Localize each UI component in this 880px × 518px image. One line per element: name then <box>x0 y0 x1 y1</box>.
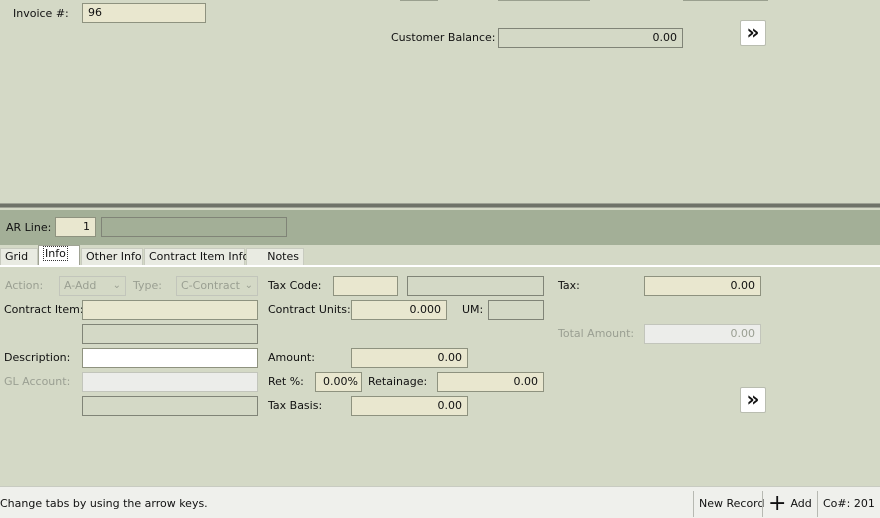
retainage-label: Retainage: <box>368 375 428 388</box>
ar-line-field[interactable]: 1 <box>55 217 96 237</box>
field-edge <box>400 0 438 1</box>
tax-field[interactable]: 0.00 <box>644 276 761 296</box>
ar-line-description <box>101 217 287 237</box>
tax-basis-field[interactable]: 0.00 <box>351 396 468 416</box>
tax-basis-label: Tax Basis: <box>268 399 323 412</box>
description-field[interactable] <box>82 348 258 368</box>
company-indicator: Co#: 201 <box>817 491 875 517</box>
amount-label: Amount: <box>268 351 315 364</box>
tab-other-info[interactable]: Other Info <box>81 248 143 266</box>
type-label: Type: <box>133 279 162 292</box>
gl-account-label: GL Account: <box>4 375 71 388</box>
invoice-label: Invoice #: <box>13 7 69 20</box>
chevron-down-icon: ⌄ <box>112 280 121 291</box>
um-label: UM: <box>462 303 484 316</box>
contract-item-field[interactable] <box>82 300 258 320</box>
tab-underline <box>0 265 880 267</box>
um-field <box>488 300 544 320</box>
splitter-bar <box>0 203 880 208</box>
add-button[interactable]: + Add <box>762 491 816 517</box>
tax-code-label: Tax Code: <box>268 279 322 292</box>
type-value: C-Contract <box>181 279 240 292</box>
invoice-number-field[interactable]: 96 <box>82 3 206 23</box>
tab-grid[interactable]: Grid <box>0 248 38 266</box>
add-label: Add <box>790 497 812 510</box>
double-chevron-right-icon: » <box>746 387 760 411</box>
customer-balance-field: 0.00 <box>498 28 683 48</box>
panel-splitter[interactable] <box>0 200 880 210</box>
total-amount-field: 0.00 <box>644 324 761 344</box>
field-edge <box>498 0 590 1</box>
tab-label: Notes <box>267 250 299 263</box>
action-select[interactable]: A-Add ⌄ <box>59 276 126 296</box>
tab-info[interactable]: Info <box>38 245 80 266</box>
gl-account-field <box>82 372 258 392</box>
tab-label: Grid <box>5 250 29 263</box>
field-edge <box>683 0 768 1</box>
gl-account-description <box>82 396 258 416</box>
tab-label: Info <box>43 246 68 261</box>
status-message: Change tabs by using the arrow keys. <box>0 497 208 510</box>
amount-field[interactable]: 0.00 <box>351 348 468 368</box>
new-record-indicator: New Record <box>693 491 765 517</box>
contract-item-label: Contract Item: <box>4 303 84 316</box>
total-amount-label: Total Amount: <box>558 327 635 340</box>
contract-units-label: Contract Units: <box>268 303 351 316</box>
retainage-field[interactable]: 0.00 <box>437 372 544 392</box>
description-label: Description: <box>4 351 71 364</box>
tab-notes[interactable]: Notes <box>246 248 304 266</box>
plus-icon: + <box>768 491 787 516</box>
tab-contract-item-info[interactable]: Contract Item Info <box>144 248 249 266</box>
status-bar: Change tabs by using the arrow keys. New… <box>0 486 880 518</box>
tax-label: Tax: <box>558 279 580 292</box>
ret-pct-field[interactable]: 0.00% <box>315 372 362 392</box>
ar-line-label: AR Line: <box>6 221 52 234</box>
ret-pct-label: Ret %: <box>268 375 304 388</box>
tax-code-field[interactable] <box>333 276 398 296</box>
contract-units-field[interactable]: 0.000 <box>351 300 447 320</box>
next-button-detail[interactable]: » <box>740 387 766 413</box>
customer-balance-label: Customer Balance: <box>391 31 496 44</box>
contract-item-description <box>82 324 258 344</box>
tab-label: Other Info <box>86 250 142 263</box>
tax-code-description <box>407 276 544 296</box>
action-label: Action: <box>5 279 44 292</box>
type-select[interactable]: C-Contract ⌄ <box>176 276 258 296</box>
next-button-header[interactable]: » <box>740 20 766 46</box>
double-chevron-right-icon: » <box>746 20 760 44</box>
chevron-down-icon: ⌄ <box>244 280 253 291</box>
action-value: A-Add <box>64 279 97 292</box>
tab-label: Contract Item Info <box>149 250 250 263</box>
